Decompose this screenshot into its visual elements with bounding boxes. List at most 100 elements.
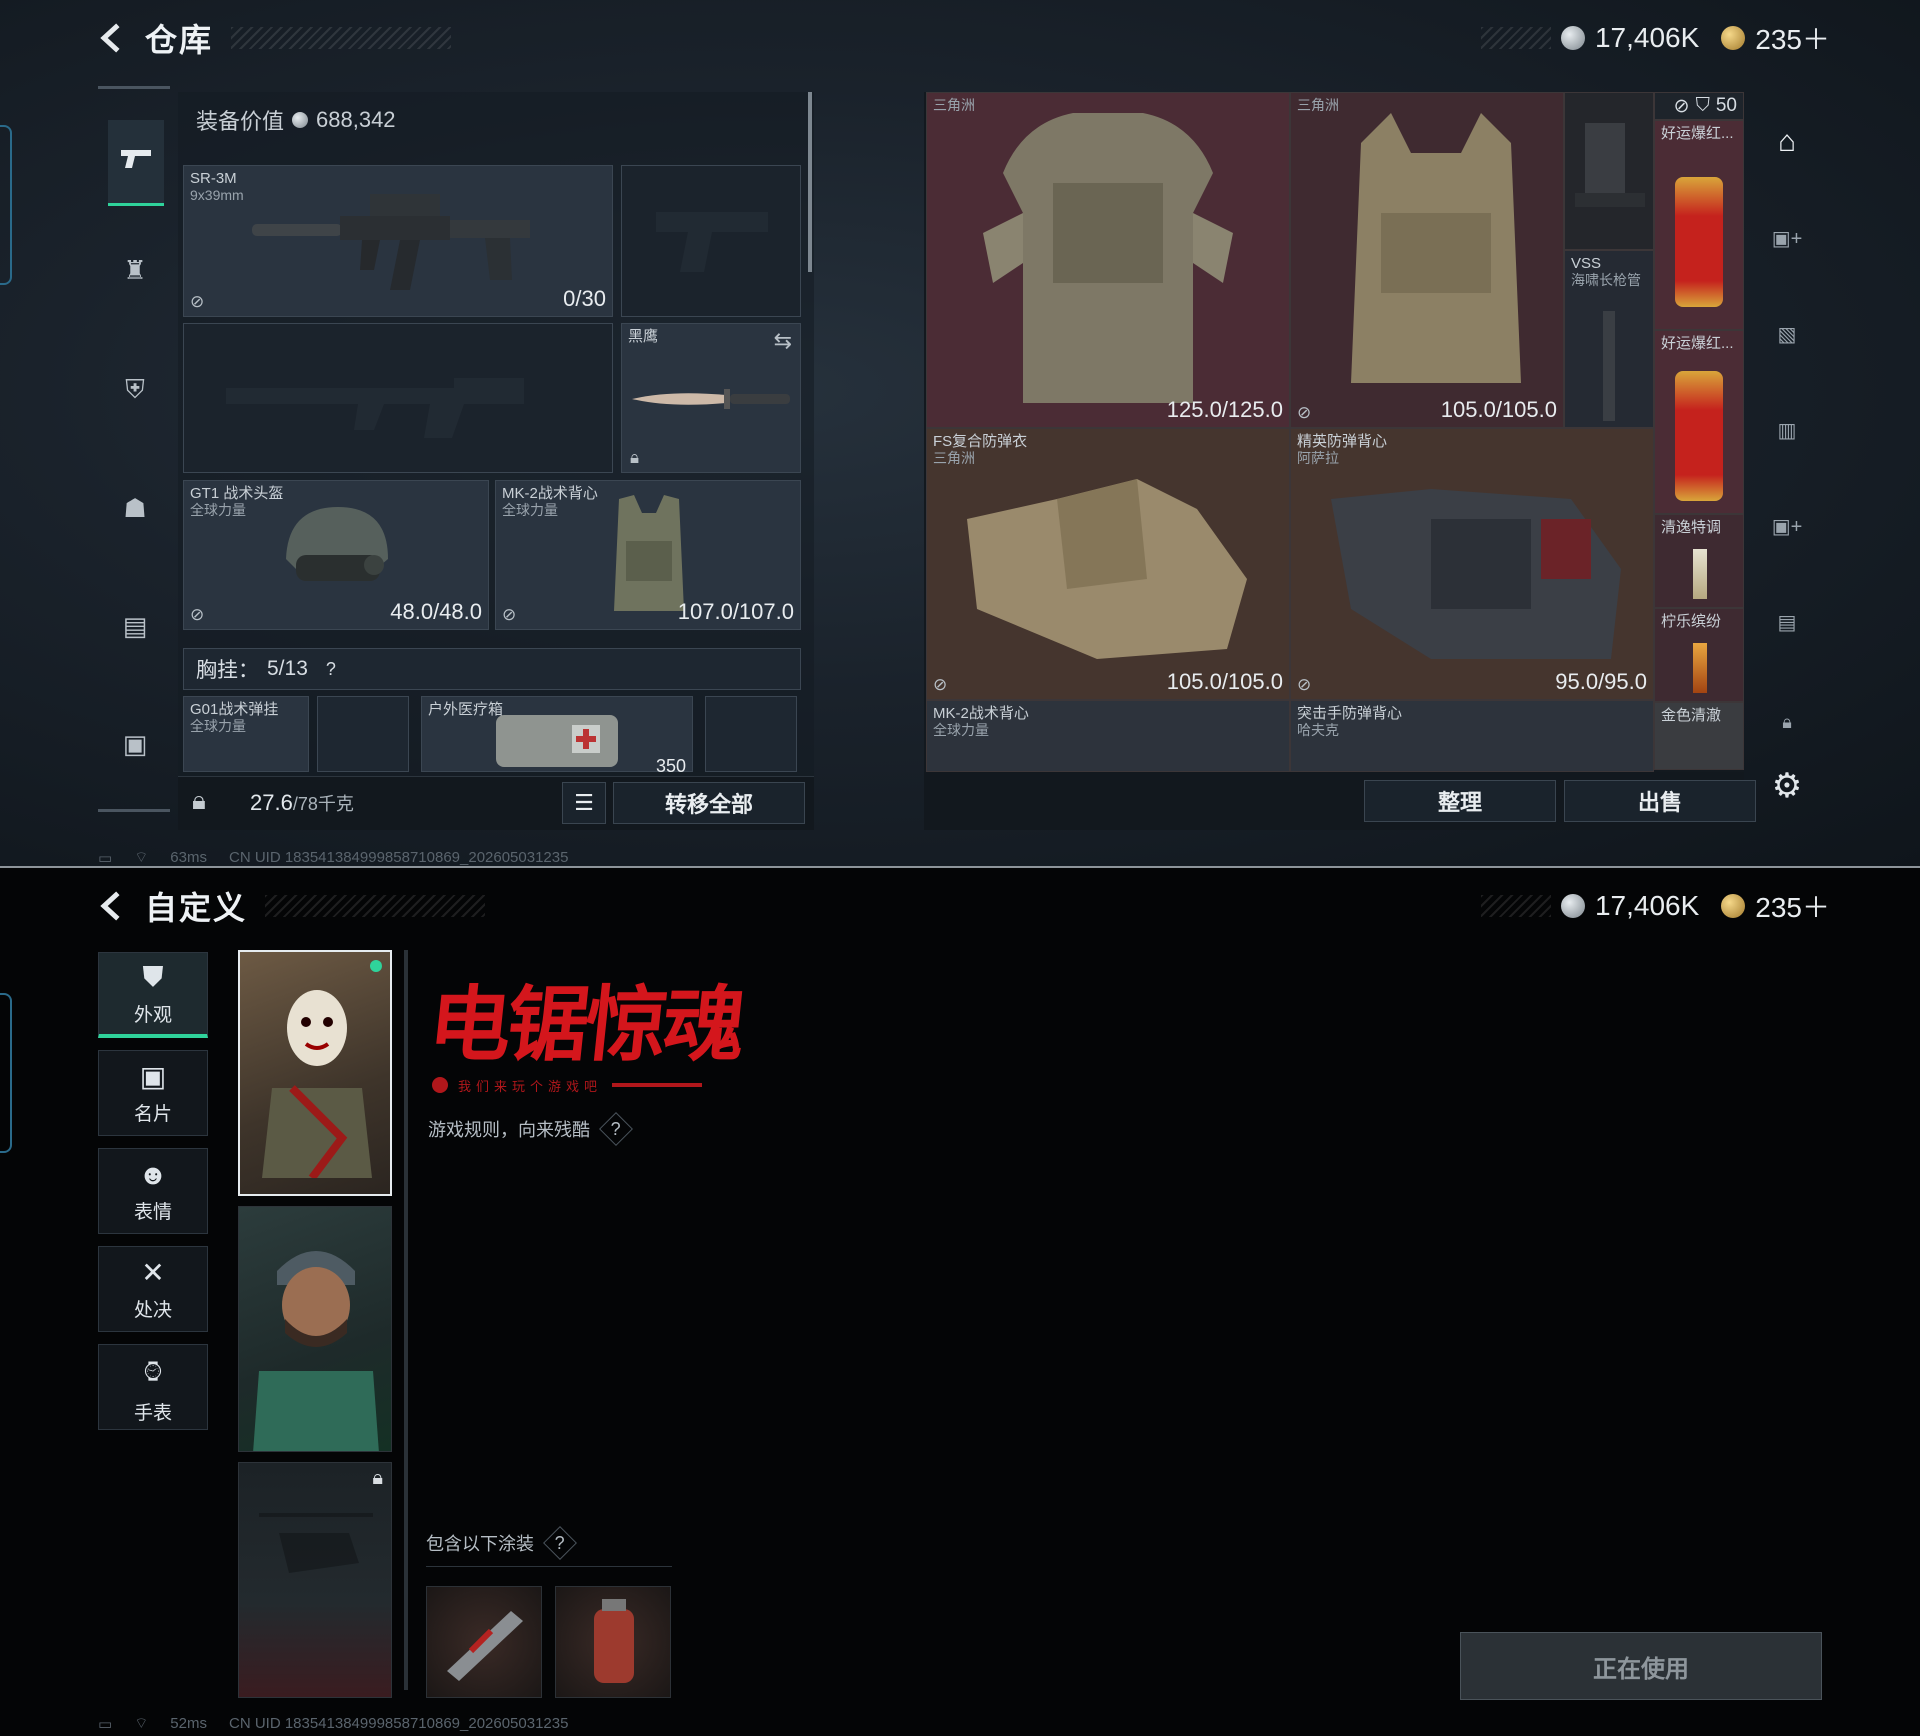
shield-icon: ⛉ bbox=[1695, 95, 1710, 116]
stash-small-item-3[interactable]: 柠乐缤纷 bbox=[1654, 608, 1744, 702]
help-icon[interactable]: ? bbox=[599, 1112, 633, 1146]
category-backpack[interactable]: ☗ bbox=[105, 478, 165, 538]
smile-icon: ☻ bbox=[138, 1158, 168, 1190]
lock-icon: 🔒︎ bbox=[630, 448, 640, 467]
stash-item-3[interactable]: 精英防弹背心 阿萨拉 ⊘ 95.0/95.0 bbox=[1290, 428, 1654, 700]
stash-item-durability: 125.0/125.0 bbox=[1166, 397, 1283, 422]
wifi-icon: ⌔ bbox=[134, 849, 149, 866]
no-insurance-icon: ⊘ bbox=[502, 605, 517, 624]
secondary-weapon-slot[interactable] bbox=[183, 323, 613, 473]
tab-appearance[interactable]: ⛊ 外观 bbox=[98, 952, 208, 1038]
help-icon[interactable]: ? bbox=[543, 1526, 577, 1560]
chest-rig-label: 胸挂： bbox=[196, 659, 259, 682]
user-uid: CN UID 1835413849998587108​69_2026050312… bbox=[228, 849, 569, 866]
stash-tab-iv-3[interactable]: ▥ bbox=[1760, 400, 1814, 460]
carry-weight: 27.6/78千克 bbox=[250, 790, 354, 816]
chest-item-1[interactable]: 户外医疗箱 350 bbox=[421, 696, 693, 776]
category-weapons[interactable] bbox=[108, 120, 164, 206]
container-icon: ▤ bbox=[122, 610, 148, 641]
tab-watch[interactable]: ⌚︎ 手表 bbox=[98, 1344, 208, 1430]
status-bar: ▭ ⌔ 52ms CN UID 1835413849998587108​69_2… bbox=[98, 1714, 568, 1733]
battery-icon: ▭ bbox=[98, 1715, 113, 1733]
backpack-icon: ☗ bbox=[123, 492, 147, 523]
left-edge-tab[interactable] bbox=[0, 993, 12, 1153]
equipped-dot-icon bbox=[370, 960, 382, 972]
list-view-button[interactable]: ☰ bbox=[562, 782, 606, 824]
stash-tab-iii[interactable]: ▤ bbox=[1760, 592, 1814, 652]
card-scrollbar[interactable] bbox=[404, 950, 408, 1690]
category-helmet[interactable]: ♜ bbox=[105, 240, 165, 300]
add-stash-icon: ▣+ bbox=[1771, 515, 1803, 538]
back-button[interactable] bbox=[95, 22, 127, 54]
silver-balance: 17,406K bbox=[1594, 890, 1700, 921]
stash-item-0[interactable]: 三角洲 125.0/125.0 bbox=[926, 92, 1290, 428]
helmet-slot[interactable]: GT1 战术头盔 全球力量 ⊘ 48.0/48.0 bbox=[183, 480, 489, 630]
page-title: 仓库 bbox=[145, 22, 214, 58]
stash-locked-tab[interactable]: 🔒︎ bbox=[1760, 692, 1814, 752]
currency-hatch-decoration bbox=[1480, 895, 1551, 917]
stash-tab-iv-2[interactable]: ▧ bbox=[1760, 304, 1814, 364]
category-armor[interactable]: ⛨ bbox=[105, 360, 165, 420]
equip-value-label: 装备价值 bbox=[196, 109, 285, 134]
stash-item-2[interactable]: FS复合防弹衣 三角洲 ⊘ 105.0/105.0 bbox=[926, 428, 1290, 700]
plate-carrier-image bbox=[1351, 113, 1521, 383]
helmet-icon: ♜ bbox=[123, 254, 147, 285]
melee-slot[interactable]: 黑鹰 ⇆ 🔒︎ bbox=[621, 323, 801, 473]
pistol-slot[interactable] bbox=[621, 165, 801, 317]
skin-card-operator[interactable] bbox=[238, 1206, 392, 1452]
camo-item-0[interactable] bbox=[426, 1586, 542, 1698]
weapon-ammo: 0/30 bbox=[563, 286, 606, 311]
stash-small-item-0[interactable]: 好运爆红... bbox=[1654, 120, 1744, 330]
camo-item-1[interactable] bbox=[555, 1586, 671, 1698]
category-briefcase[interactable]: ▣ bbox=[105, 714, 165, 774]
skin-card-locked[interactable]: 🔒︎ bbox=[238, 1462, 392, 1698]
title-hatch-decoration bbox=[231, 27, 452, 49]
drink-image bbox=[1693, 549, 1707, 599]
skin-card-saw[interactable] bbox=[238, 950, 392, 1196]
tab-name-card[interactable]: ▣ 名片 bbox=[98, 1050, 208, 1136]
stash-small-item-2[interactable]: 清逸特调 bbox=[1654, 514, 1744, 608]
stash-item-4[interactable]: MK-2战术背心 全球力量 bbox=[926, 700, 1290, 772]
tab-label: 处决 bbox=[133, 1300, 172, 1321]
loadout-scrollbar[interactable] bbox=[808, 92, 812, 272]
stash-tab-iv-1[interactable]: ▣+ bbox=[1760, 208, 1814, 268]
sort-button[interactable]: 整理 bbox=[1364, 780, 1556, 822]
swap-icon[interactable]: ⇆ bbox=[774, 328, 792, 354]
stash-main-tab[interactable]: ⌂ bbox=[1760, 112, 1814, 172]
gear-icon: ⚙ bbox=[1771, 767, 1803, 805]
gold-balance[interactable]: 235＋ bbox=[1755, 18, 1830, 58]
stash-icon: ▧ bbox=[1777, 323, 1797, 346]
stash-small-item-4[interactable]: 金色清澈 bbox=[1654, 702, 1744, 770]
tab-execution[interactable]: ✕ 处决 bbox=[98, 1246, 208, 1332]
currency-bar: 17,406K 235＋ bbox=[1480, 18, 1830, 58]
stash-tab-iv-4[interactable]: ▣+ bbox=[1760, 496, 1814, 556]
tab-label: 手表 bbox=[133, 1402, 172, 1424]
left-edge-tab[interactable] bbox=[0, 125, 12, 285]
settings-button[interactable]: ⚙ bbox=[1760, 756, 1814, 816]
stash-item-scope[interactable] bbox=[1564, 92, 1654, 250]
armor-slot[interactable]: MK-2战术背心 全球力量 ⊘ 107.0/107.0 bbox=[495, 480, 801, 630]
gold-balance[interactable]: 235＋ bbox=[1755, 886, 1830, 926]
silver-coin-icon bbox=[1560, 26, 1585, 50]
tab-emote[interactable]: ☻ 表情 bbox=[98, 1148, 208, 1234]
help-icon[interactable]: ? bbox=[326, 659, 336, 680]
in-use-button[interactable]: 正在使用 bbox=[1460, 1632, 1822, 1700]
skin-desc-row: 游戏规则，向来残酷 ? bbox=[428, 1112, 633, 1146]
chest-empty-slot[interactable] bbox=[317, 696, 409, 772]
stash-item-durability: 105.0/105.0 bbox=[1440, 397, 1557, 422]
lock-icon[interactable]: 🔒︎ bbox=[192, 785, 206, 817]
back-button[interactable] bbox=[95, 890, 127, 922]
sell-button[interactable]: 出售 bbox=[1564, 780, 1756, 822]
chest-empty-slot[interactable] bbox=[705, 696, 797, 772]
no-insurance-icon: ⊘ bbox=[1297, 403, 1312, 422]
category-case[interactable]: ▤ bbox=[105, 596, 165, 656]
stash-item-5[interactable]: 突击手防弹背心 哈夫克 bbox=[1290, 700, 1654, 772]
stash-item-vss[interactable]: VSS 海啸长枪管 bbox=[1564, 250, 1654, 428]
stash-item-label: MK-2战术背心 全球力量 bbox=[933, 705, 1029, 739]
stash-small-item-1[interactable]: 好运爆红... bbox=[1654, 330, 1744, 514]
stash-item-1[interactable]: 三角洲 ⊘ 105.0/105.0 bbox=[1290, 92, 1564, 428]
transfer-all-button[interactable]: 转移全部 bbox=[613, 782, 805, 824]
pistol-icon bbox=[119, 146, 153, 177]
primary-weapon-slot[interactable]: SR-3M 9x39mm ⊘ 0/30 bbox=[183, 165, 613, 317]
chest-item-0[interactable]: G01战术弹挂 全球力量 bbox=[183, 696, 309, 772]
